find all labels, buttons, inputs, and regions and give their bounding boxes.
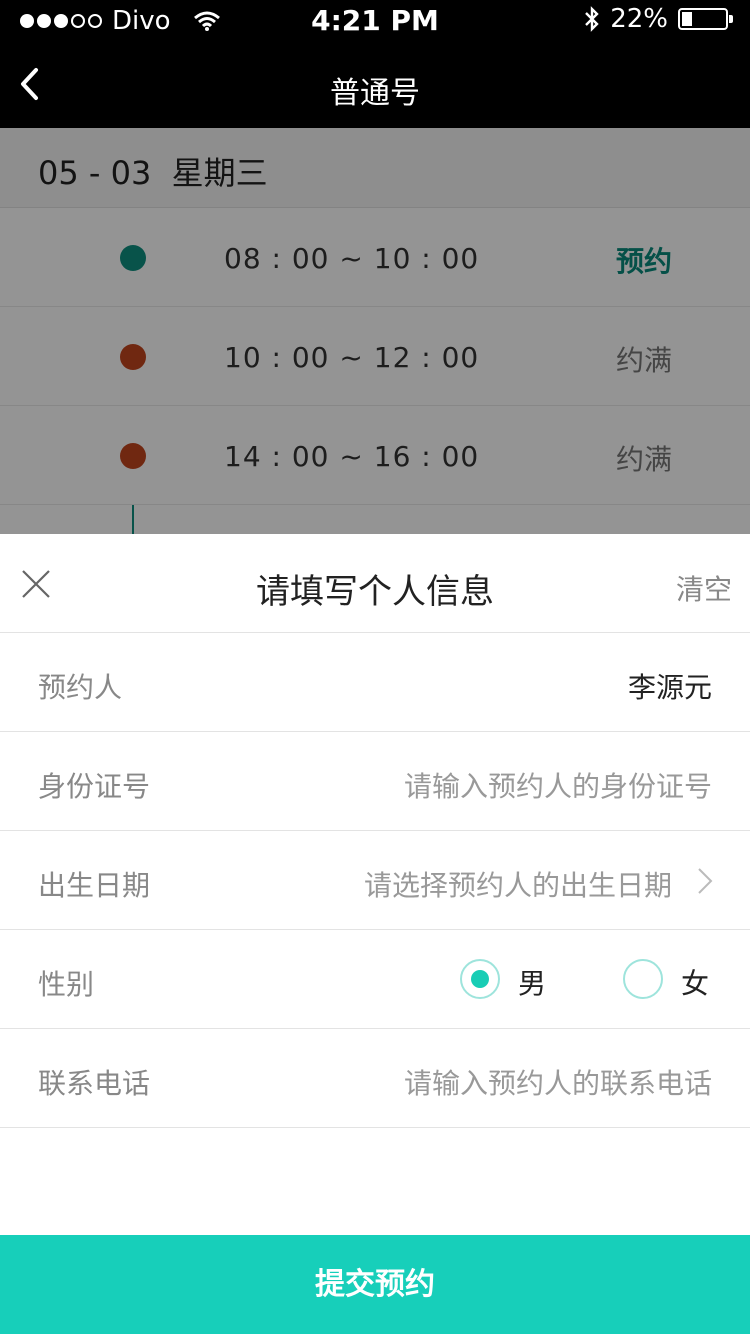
name-label: 预约人	[38, 671, 123, 704]
id-number-field[interactable]: 请输入预约人的身份证号	[404, 765, 712, 805]
battery-percent: 22%	[610, 4, 668, 34]
id-number-label: 身份证号	[38, 770, 151, 803]
phone-label: 联系电话	[38, 1067, 151, 1100]
sheet-header: 请填写个人信息 清空	[0, 534, 750, 633]
chevron-right-icon	[698, 868, 713, 894]
gender-male-radio[interactable]	[460, 959, 500, 999]
gender-female-radio[interactable]	[623, 959, 663, 999]
battery-icon	[678, 8, 733, 30]
phone-field[interactable]: 请输入预约人的联系电话	[404, 1062, 712, 1102]
birth-date-field[interactable]: 请选择预约人的出生日期	[364, 864, 672, 904]
gender-label: 性别	[38, 968, 95, 1001]
nav-bar: 普通号	[0, 40, 750, 128]
top-bar: Divo 4:21 PM 22% 普通号	[0, 0, 750, 128]
sheet-title: 请填写个人信息	[256, 572, 494, 612]
bluetooth-icon	[585, 6, 599, 32]
gender-male-label[interactable]: 男	[518, 962, 546, 1002]
status-right: 22%	[584, 4, 733, 34]
gender-row: 性别 男 女	[0, 930, 750, 1029]
id-number-row[interactable]: 身份证号 请输入预约人的身份证号	[0, 732, 750, 831]
gender-female-label[interactable]: 女	[681, 962, 709, 1002]
name-field[interactable]: 李源元	[628, 666, 712, 706]
status-bar: Divo 4:21 PM 22%	[0, 0, 750, 40]
birth-date-label: 出生日期	[38, 869, 151, 902]
clear-button[interactable]: 清空	[676, 568, 732, 608]
name-row[interactable]: 预约人 李源元	[0, 633, 750, 732]
phone-row[interactable]: 联系电话 请输入预约人的联系电话	[0, 1029, 750, 1128]
page-title: 普通号	[330, 76, 420, 111]
modal-overlay[interactable]	[0, 128, 750, 534]
birth-date-row[interactable]: 出生日期 请选择预约人的出生日期	[0, 831, 750, 930]
personal-info-sheet: 请填写个人信息 清空 预约人 李源元 身份证号 请输入预约人的身份证号 出生日期…	[0, 534, 750, 1334]
submit-button[interactable]: 提交预约	[0, 1235, 750, 1334]
